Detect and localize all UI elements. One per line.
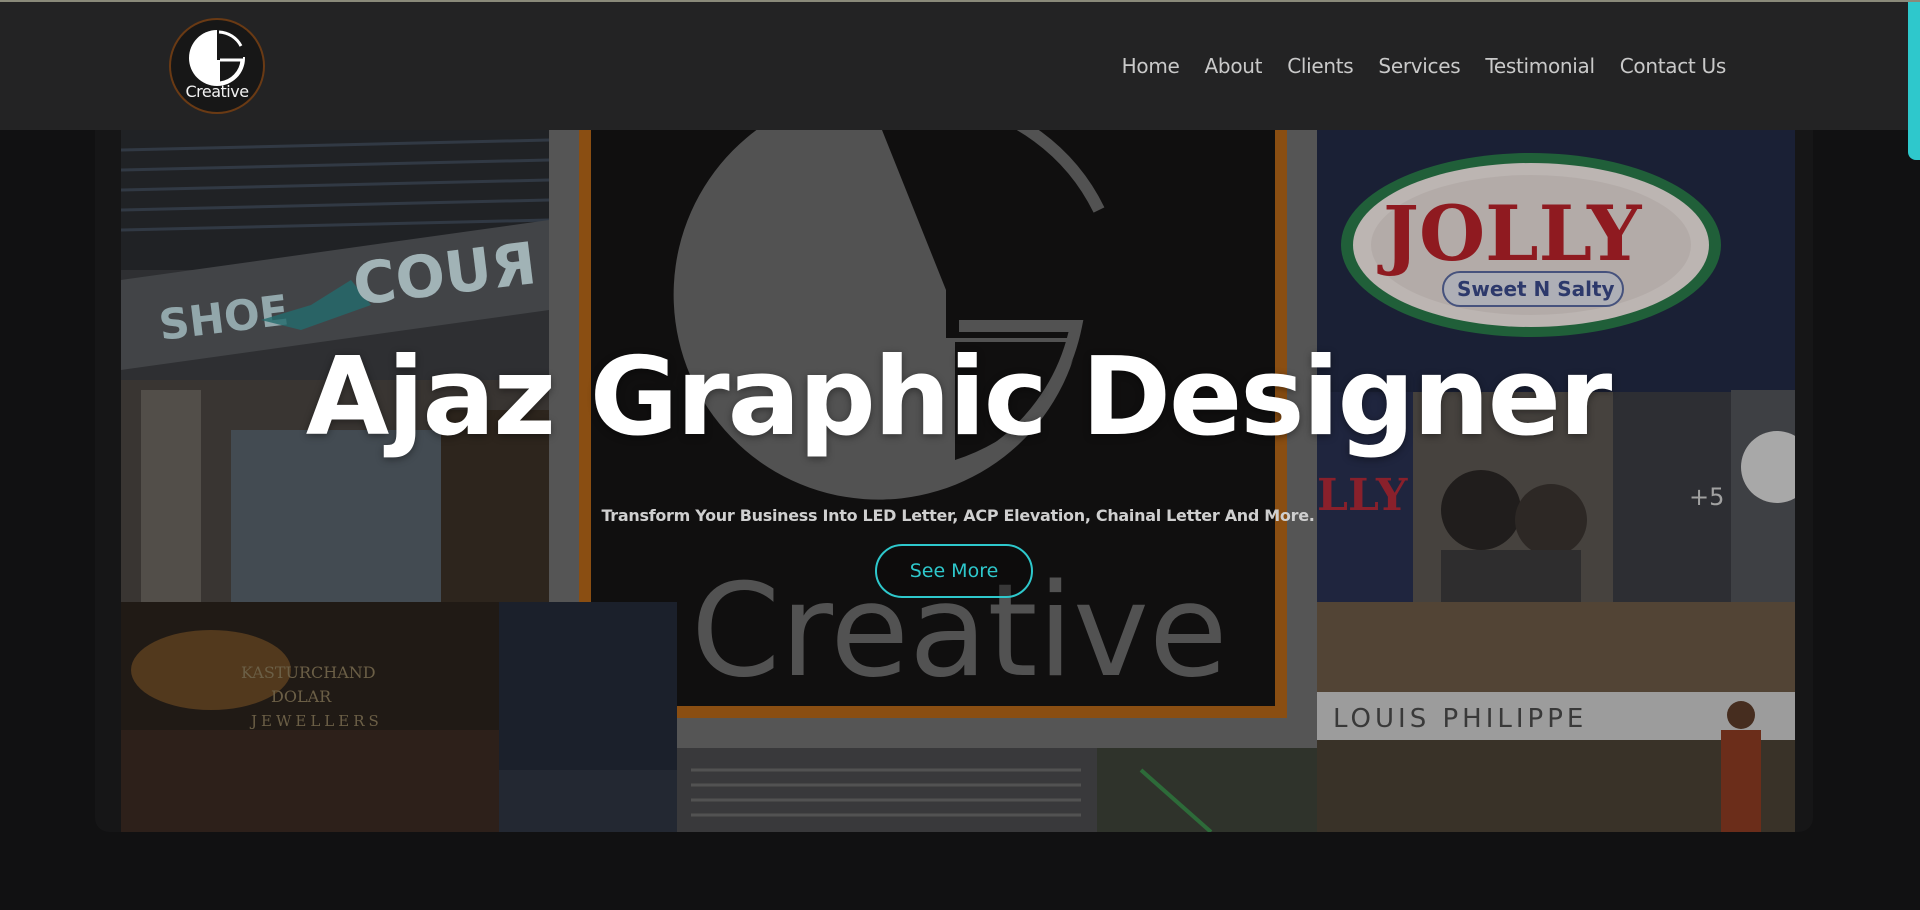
nav-services[interactable]: Services bbox=[1378, 54, 1460, 78]
see-more-button[interactable]: See More bbox=[875, 544, 1033, 598]
nav-clients[interactable]: Clients bbox=[1287, 54, 1354, 78]
nav-testimonial[interactable]: Testimonial bbox=[1485, 54, 1595, 78]
nav-about[interactable]: About bbox=[1205, 54, 1263, 78]
scroll-indicator[interactable] bbox=[1908, 2, 1920, 160]
hero-collage-image: SHOE COUЯ Creative JOLLY Sweet N Salty L… bbox=[121, 130, 1795, 832]
hero-subtitle: Transform Your Business Into LED Letter,… bbox=[601, 506, 1315, 525]
main-nav: Home About Clients Services Testimonial … bbox=[1122, 54, 1727, 78]
brand-logo[interactable]: Creative bbox=[171, 20, 263, 112]
hero-title: Ajaz Graphic Designer bbox=[305, 335, 1612, 460]
hero-section: SHOE COUЯ Creative JOLLY Sweet N Salty L… bbox=[121, 130, 1795, 832]
nav-contact-us[interactable]: Contact Us bbox=[1620, 54, 1727, 78]
nav-home[interactable]: Home bbox=[1122, 54, 1180, 78]
navbar: Creative Home About Clients Services Tes… bbox=[0, 2, 1920, 130]
logo-text: Creative bbox=[185, 82, 249, 101]
